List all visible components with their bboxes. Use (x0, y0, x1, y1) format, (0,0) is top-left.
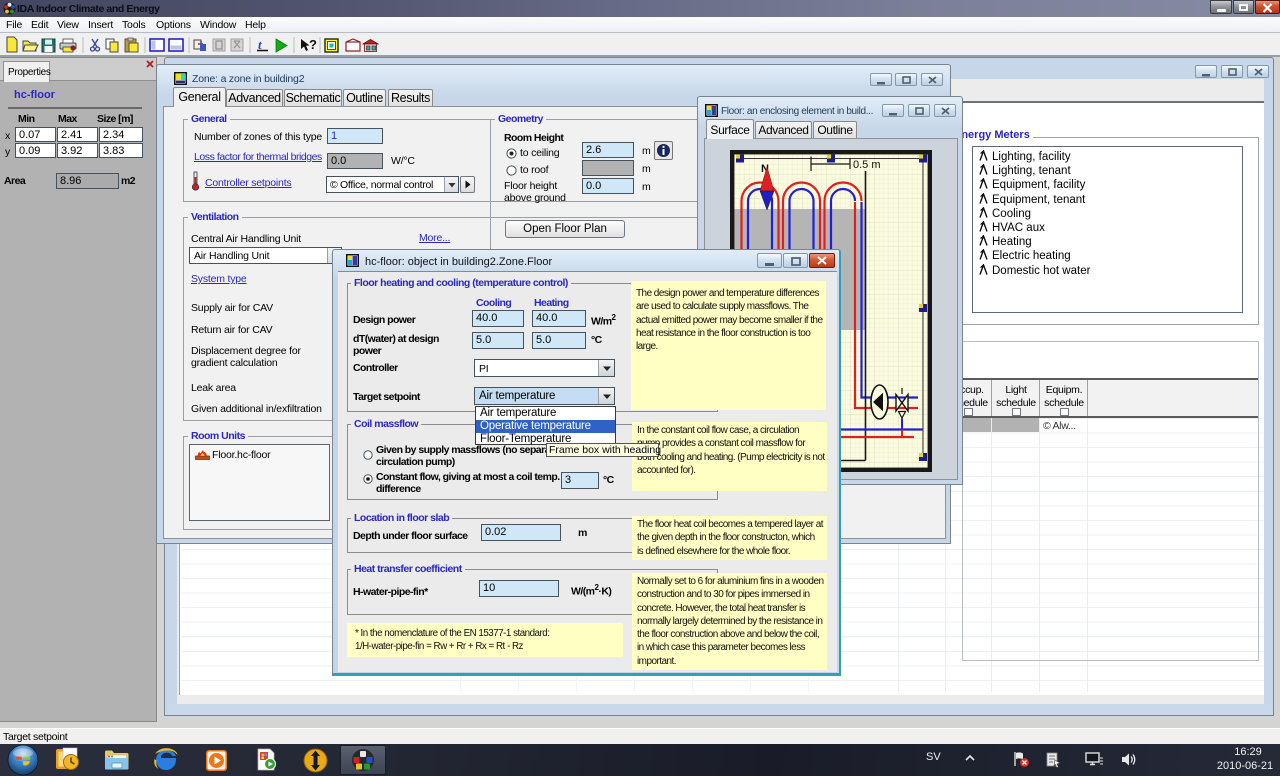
svg-text:0.5 m: 0.5 m (853, 159, 881, 171)
svg-text:?: ? (309, 37, 317, 52)
